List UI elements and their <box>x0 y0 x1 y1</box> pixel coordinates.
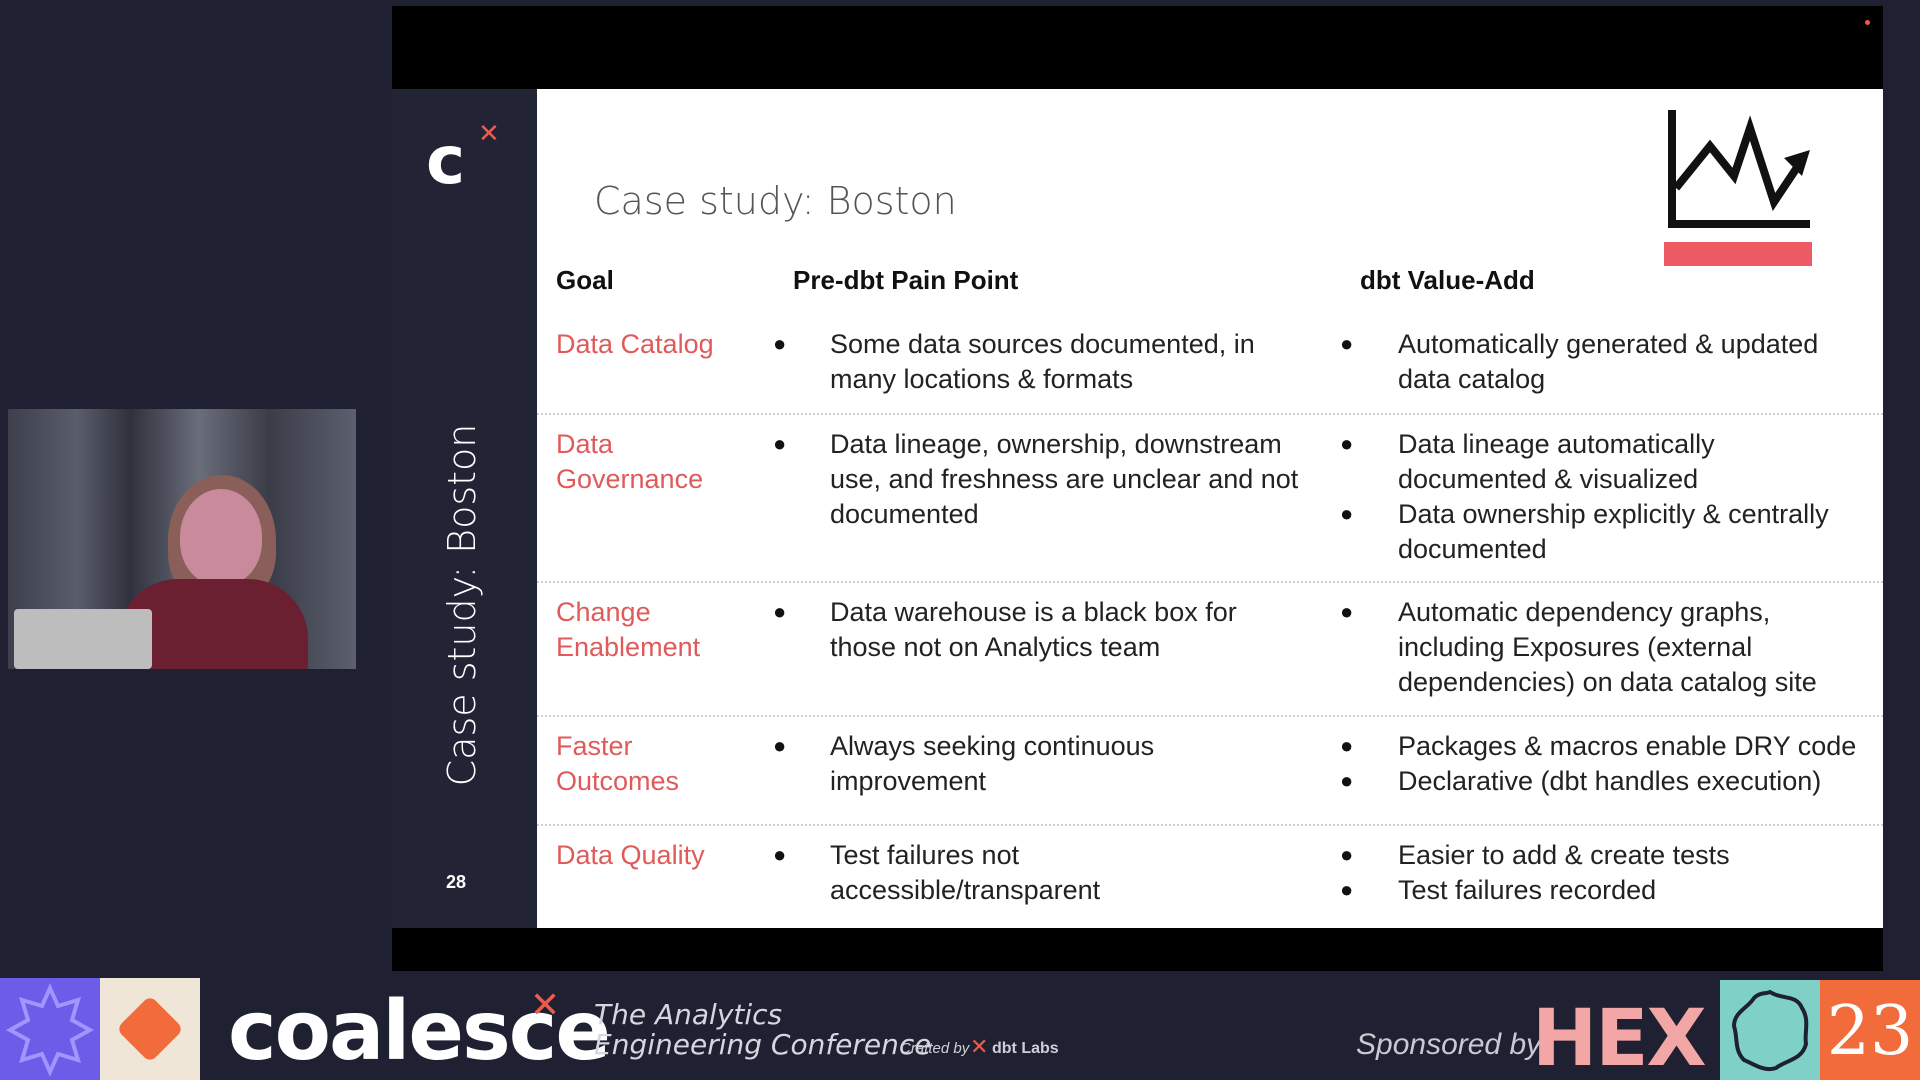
vertical-slide-title: Case study: Boston <box>440 423 484 787</box>
bullet: ● <box>773 733 787 758</box>
pain-point-text: Data warehouse is a black box for those … <box>830 597 1237 662</box>
column-header-pain-point: Pre-dbt Pain Point <box>793 265 1019 295</box>
bullet: ● <box>1340 501 1354 526</box>
bullet: ● <box>1340 768 1354 793</box>
speaker-webcam <box>8 409 356 669</box>
row-divider <box>537 824 1883 826</box>
page-number: 28 <box>446 872 467 892</box>
bullet: ● <box>1340 842 1354 867</box>
goal-cell: Data Catalog <box>556 329 714 359</box>
row-divider <box>537 715 1883 717</box>
value-add-text: Packages & macros enable DRY code <box>1398 731 1857 761</box>
value-add-text: Easier to add & create tests <box>1398 840 1730 870</box>
goal-cell: Data Governance <box>556 429 704 494</box>
hex-sponsor-logo: HEX <box>1532 994 1707 1080</box>
goal-cell: Faster Outcomes <box>556 731 680 796</box>
pain-point-text: Some data sources documented, in many lo… <box>830 329 1255 394</box>
tagline: The Analytics Engineering Conference <box>594 1000 932 1060</box>
row-divider <box>537 413 1883 415</box>
column-header-goal: Goal <box>556 265 614 295</box>
trending-chart-icon <box>1664 110 1812 266</box>
seal-icon <box>1731 989 1809 1071</box>
goal-cell: Change Enablement <box>556 597 701 662</box>
speaker-face <box>180 489 262 585</box>
value-add-text: Automatically generated & updated data c… <box>1398 329 1819 394</box>
value-add-text: Data lineage automatically documented & … <box>1398 429 1715 494</box>
bullet: ● <box>1340 431 1354 456</box>
coalesce-x-icon: ✕ <box>530 984 561 1025</box>
value-add-text: Declarative (dbt handles execution) <box>1398 766 1822 796</box>
bullet: ● <box>773 842 787 867</box>
pain-point-text: Always seeking continuous improvement <box>830 731 1155 796</box>
pain-point-text: Data lineage, ownership, downstream use,… <box>830 429 1299 529</box>
slide-content: Case study: Boston Goal Pre-dbt Pain Poi… <box>537 89 1883 928</box>
tagline-line-2: Engineering Conference <box>594 1028 932 1061</box>
seal-tile <box>1720 980 1820 1080</box>
dbt-labs-logo: dbt Labs <box>992 1040 1059 1057</box>
conference-year: 23 <box>1826 992 1914 1071</box>
recording-indicator <box>1865 20 1870 25</box>
sponsored-by-text: Sponsored by <box>1356 1028 1542 1061</box>
laptop <box>14 609 152 669</box>
star-badge-tile <box>0 978 100 1080</box>
goal-cell: Data Quality <box>556 840 705 870</box>
bullet: ● <box>1340 733 1354 758</box>
bullet: ● <box>1340 331 1354 356</box>
bullet: ● <box>1340 599 1354 624</box>
bullet: ● <box>773 331 787 356</box>
bullet: ● <box>773 599 787 624</box>
column-header-value-add: dbt Value-Add <box>1360 265 1535 295</box>
star-badge-icon <box>5 983 95 1077</box>
pain-point-text: Test failures not accessible/transparent <box>830 840 1101 905</box>
diamond-tile <box>100 978 200 1080</box>
value-add-text: Test failures recorded <box>1398 875 1657 905</box>
crafted-by-text: Crafted by <box>900 1040 970 1057</box>
tagline-line-1: The Analytics <box>594 998 783 1031</box>
diamond-icon <box>119 998 181 1060</box>
value-add-text: Automatic dependency graphs, including E… <box>1398 597 1817 697</box>
value-add-text: Data ownership explicitly & centrally do… <box>1398 499 1829 564</box>
slide-logo-x-icon: ✕ <box>478 118 500 148</box>
bullet: ● <box>1340 877 1354 902</box>
row-divider <box>537 581 1883 583</box>
bullet: ● <box>773 431 787 456</box>
slide-title: Case study: Boston <box>594 179 957 223</box>
slide-logo: c <box>426 122 466 199</box>
dbt-x-icon: ✕ <box>970 1034 989 1059</box>
conference-footer: coalesce ✕ The Analytics Engineering Con… <box>0 978 1920 1080</box>
